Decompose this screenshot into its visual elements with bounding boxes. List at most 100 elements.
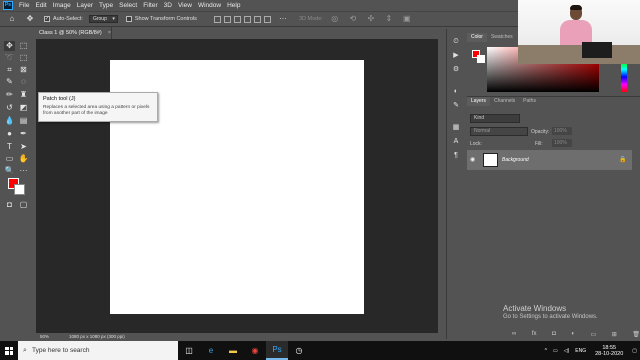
tab-channels[interactable]: Channels (490, 97, 519, 106)
tab-swatches[interactable]: Swatches (487, 33, 517, 42)
blend-mode-dropdown[interactable]: Normal (470, 127, 528, 136)
menu-edit[interactable]: Edit (32, 2, 49, 9)
stamp-icon[interactable]: ♜ (18, 90, 29, 100)
artboard-icon[interactable]: ⬚ (18, 41, 29, 51)
menu-filter[interactable]: Filter (140, 2, 160, 9)
3d-slide-icon[interactable]: ⇕ (383, 14, 395, 24)
menu-layer[interactable]: Layer (74, 2, 96, 9)
menu-image[interactable]: Image (50, 2, 74, 9)
align-left-icon[interactable] (213, 15, 221, 23)
history-icon[interactable]: ⏲ (451, 37, 461, 47)
add-mask-icon[interactable]: ◘ (552, 331, 556, 339)
auto-select-checkbox[interactable]: ✓ (44, 16, 50, 22)
3d-orbit-icon[interactable]: ◎ (329, 14, 341, 24)
adjustments-icon[interactable]: ◐ (451, 87, 461, 97)
frame-icon[interactable]: ⊠ (18, 65, 29, 75)
pen-icon[interactable]: ✒ (18, 129, 29, 139)
lasso-icon[interactable]: ➰ (4, 53, 15, 63)
menu-view[interactable]: View (175, 2, 195, 9)
dodge-icon[interactable]: ● (4, 129, 15, 139)
clock-app-icon[interactable]: ◷ (288, 341, 310, 360)
language-indicator[interactable]: ENG (572, 348, 589, 354)
layer-style-icon[interactable]: fx (532, 331, 537, 339)
lock-label: Lock: (470, 141, 482, 147)
show-transform-checkbox[interactable] (125, 16, 132, 22)
patch-icon[interactable]: ◌ (18, 77, 29, 87)
screen-mode-icon[interactable]: ▢ (18, 200, 29, 210)
align-top-icon[interactable] (243, 15, 251, 23)
visibility-eye-icon[interactable]: ◉ (470, 156, 475, 163)
eyedropper-icon[interactable]: ✎ (4, 77, 15, 87)
link-layers-icon[interactable]: ∞ (512, 331, 516, 339)
3d-pan-icon[interactable]: ✣ (365, 14, 377, 24)
history-brush-icon[interactable]: ↺ (4, 103, 15, 113)
document-tab[interactable]: Class 1 @ 50% (RGB/8#) × (36, 27, 112, 39)
taskbar-search[interactable]: ⌕ Type here to search (18, 341, 178, 360)
character-icon[interactable]: A (451, 137, 461, 147)
zoom-icon[interactable]: 🔍 (4, 166, 15, 176)
brush-settings-icon[interactable]: ✎ (451, 101, 461, 111)
more-options-icon[interactable]: ··· (277, 14, 289, 24)
menu-help[interactable]: Help (224, 2, 243, 9)
more-tools-icon[interactable]: ··· (18, 166, 29, 176)
tab-paths[interactable]: Paths (519, 97, 540, 106)
menu-window[interactable]: Window (195, 2, 224, 9)
play-actions-icon[interactable]: ▶ (451, 51, 461, 61)
task-view-icon[interactable]: ◫ (178, 341, 200, 360)
volume-icon[interactable]: ◁) (561, 348, 573, 354)
path-select-icon[interactable]: ➤ (18, 142, 29, 152)
align-right-icon[interactable] (233, 15, 241, 23)
close-icon[interactable]: × (108, 30, 111, 36)
start-button[interactable] (0, 341, 18, 360)
gradient-icon[interactable]: ▤ (18, 116, 29, 126)
layer-filter-kind[interactable]: Kind (470, 114, 520, 123)
align-middle-icon[interactable] (253, 15, 261, 23)
file-explorer-icon[interactable]: ▬ (222, 341, 244, 360)
hand-icon[interactable]: ✋ (18, 154, 29, 164)
libraries-icon[interactable]: ▦ (451, 123, 461, 133)
brush-icon[interactable]: ✏ (4, 90, 15, 100)
opacity-input[interactable]: 100% (552, 127, 572, 135)
layer-name[interactable]: Background (502, 157, 529, 163)
eraser-icon[interactable]: ◩ (18, 103, 29, 113)
menu-type[interactable]: Type (96, 2, 116, 9)
align-center-icon[interactable] (223, 15, 231, 23)
move-icon[interactable]: ✥ (4, 41, 15, 51)
new-layer-icon[interactable]: ⊞ (612, 331, 617, 339)
quick-mask-icon[interactable]: ◘ (4, 200, 15, 210)
3d-camera-icon[interactable]: ▣ (401, 14, 413, 24)
color-panel-background[interactable] (477, 55, 485, 63)
adjustment-layer-icon[interactable]: ◐ (571, 331, 575, 339)
menu-select[interactable]: Select (116, 2, 140, 9)
notifications-icon[interactable]: ▢ (629, 348, 640, 354)
properties-icon[interactable]: ⚙ (451, 65, 461, 75)
paragraph-icon[interactable]: ¶ (451, 151, 461, 161)
shape-icon[interactable]: ▭ (4, 154, 15, 164)
align-bottom-icon[interactable] (263, 15, 271, 23)
crop-icon[interactable]: ⌗ (4, 65, 15, 75)
menu-3d[interactable]: 3D (161, 2, 175, 9)
new-group-icon[interactable]: ▭ (591, 331, 597, 339)
document-info[interactable]: 1080 px x 1080 px (300 ppi) (49, 333, 125, 341)
auto-select-dropdown[interactable]: Group (88, 15, 118, 23)
photoshop-taskbar-icon[interactable]: Ps (266, 341, 288, 360)
menu-file[interactable]: File (16, 2, 32, 9)
tab-color[interactable]: Color (467, 33, 487, 42)
move-tool-preset-icon[interactable]: ✥ (24, 14, 36, 24)
chrome-icon[interactable]: ◉ (244, 341, 266, 360)
fill-input[interactable]: 100% (552, 139, 572, 147)
blur-icon[interactable]: 💧 (4, 116, 15, 126)
type-icon[interactable]: T (4, 142, 15, 152)
show-hidden-icons-icon[interactable]: ^ (542, 348, 550, 354)
clock[interactable]: 18:55 28-10-2020 (589, 345, 629, 357)
3d-roll-icon[interactable]: ⟲ (347, 14, 359, 24)
quick-select-icon[interactable]: ⬚ (18, 53, 29, 63)
network-icon[interactable]: ▭ (550, 348, 561, 354)
tab-layers[interactable]: Layers (467, 97, 491, 106)
home-icon[interactable]: ⌂ (6, 14, 18, 24)
edge-icon[interactable]: e (200, 341, 222, 360)
background-color-swatch[interactable] (14, 184, 25, 195)
delete-layer-icon[interactable]: 🗑 (632, 331, 640, 339)
layer-row[interactable]: ◉ Background 🔒 (467, 150, 632, 170)
zoom-level[interactable]: 50% (36, 333, 49, 341)
